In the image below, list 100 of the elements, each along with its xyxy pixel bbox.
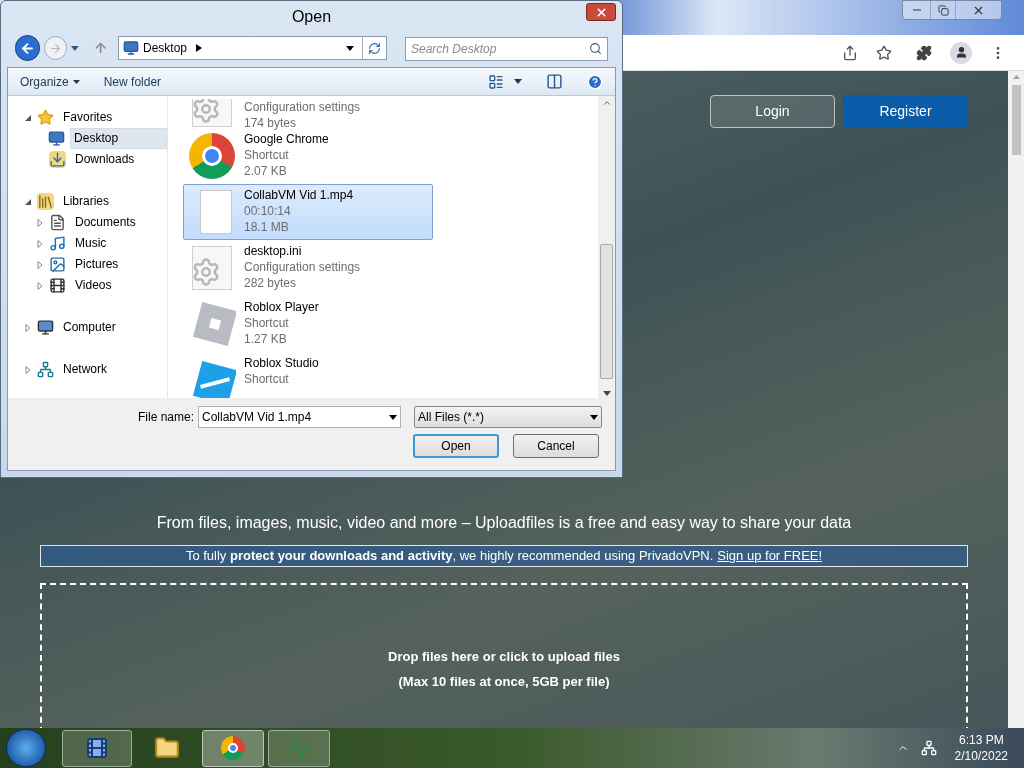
tree-item[interactable]: Desktop bbox=[70, 128, 167, 149]
browser-logo-icon bbox=[221, 736, 245, 760]
expand-arrow-icon[interactable] bbox=[36, 281, 44, 290]
search-field[interactable]: Search Desktop bbox=[405, 36, 608, 61]
dialog-title: Open bbox=[291, 7, 332, 27]
file-name: desktop.ini bbox=[244, 243, 303, 259]
tree-item[interactable]: Libraries bbox=[59, 191, 114, 212]
refresh-icon[interactable] bbox=[368, 41, 381, 55]
browser-logo-icon bbox=[189, 133, 235, 179]
share-icon[interactable] bbox=[842, 44, 858, 61]
nav-button[interactable]: Register bbox=[843, 95, 968, 128]
tree-item[interactable]: Music bbox=[71, 233, 111, 254]
close-button[interactable] bbox=[586, 3, 616, 21]
dropzone-hint: (Max 10 files at once, 5GB per file) bbox=[398, 673, 610, 691]
dialog-button[interactable]: Cancel bbox=[513, 434, 599, 458]
back-button[interactable] bbox=[15, 35, 40, 61]
scroll-down-arrow-icon[interactable] bbox=[602, 391, 611, 396]
monitor-icon bbox=[48, 130, 66, 147]
computer-icon bbox=[37, 319, 54, 336]
file-item[interactable]: Configuration settings 174 bytes bbox=[183, 96, 433, 128]
notice-text: To fully protect your downloads and activity, we highly recommended using PrivadoVPN. bbox=[185, 547, 714, 565]
file-detail: Shortcut bbox=[244, 315, 290, 331]
scroll-thumb[interactable] bbox=[1011, 85, 1021, 155]
command-button[interactable]: Organize bbox=[20, 72, 80, 91]
dropdown-arrow-icon[interactable] bbox=[590, 414, 598, 420]
music-note-icon bbox=[49, 235, 66, 252]
tree-item[interactable]: Favorites bbox=[59, 107, 117, 128]
tree-item[interactable]: Computer bbox=[59, 317, 120, 338]
file-name: CollabVM Vid 1.mp4 bbox=[244, 187, 354, 203]
network-icon bbox=[37, 361, 54, 378]
chevron-right-icon[interactable] bbox=[196, 44, 202, 52]
library-icon bbox=[37, 193, 54, 210]
file-name-field[interactable]: CollabVM Vid 1.mp4 bbox=[198, 406, 401, 428]
file-name-label: File name: bbox=[138, 409, 196, 426]
command-button[interactable]: New folder bbox=[103, 72, 162, 91]
address-bar[interactable]: Desktop bbox=[118, 36, 387, 60]
restore-button[interactable] bbox=[930, 1, 956, 19]
file-detail: 174 bytes bbox=[244, 115, 298, 131]
file-detail: 18.1 MB bbox=[244, 219, 290, 235]
tree-item[interactable]: Pictures bbox=[71, 254, 123, 275]
address-text[interactable]: Desktop bbox=[143, 39, 187, 57]
file-detail: Configuration settings bbox=[244, 99, 361, 115]
folder-icon bbox=[154, 735, 180, 761]
taskbar-app-button[interactable] bbox=[268, 729, 330, 767]
dropdown-arrow-icon[interactable] bbox=[346, 45, 354, 51]
expand-arrow-icon[interactable] bbox=[36, 239, 44, 248]
dropdown-arrow-icon[interactable] bbox=[514, 79, 522, 84]
tree-item[interactable]: Downloads bbox=[71, 149, 139, 170]
close-icon bbox=[594, 5, 608, 19]
dropzone-title: Drop files here or click to upload files bbox=[388, 647, 620, 666]
preview-pane-icon[interactable] bbox=[546, 73, 563, 90]
monitor-graph-icon bbox=[288, 737, 310, 759]
clock-date: 2/10/2022 bbox=[954, 748, 1008, 764]
tree-item[interactable]: Documents bbox=[71, 212, 140, 233]
expand-arrow-icon[interactable] bbox=[36, 218, 44, 227]
page-subtitle: From files, images, music, video and more – Uploadfiles is a free and easy way to share your data bbox=[155, 513, 853, 533]
file-detail: 2.07 KB bbox=[244, 163, 288, 179]
page-scrollbar[interactable] bbox=[1008, 71, 1024, 728]
file-detail: Shortcut bbox=[244, 147, 290, 163]
restore-icon bbox=[937, 4, 949, 16]
help-icon[interactable] bbox=[587, 73, 603, 90]
file-detail: Shortcut bbox=[244, 371, 290, 387]
file-detail: 00:10:14 bbox=[244, 203, 292, 219]
file-type-dropdown[interactable]: All Files (*.*) bbox=[414, 406, 602, 428]
expand-arrow-icon[interactable] bbox=[36, 260, 44, 269]
file-detail: 1.27 KB bbox=[244, 331, 288, 347]
sign-up-link[interactable]: Sign up for FREE! bbox=[717, 546, 823, 566]
file-item[interactable]: desktop.ini Configuration settings 282 bytes bbox=[183, 240, 433, 296]
taskbar-app-button[interactable] bbox=[62, 729, 132, 767]
taskbar-app-button[interactable] bbox=[202, 729, 264, 767]
file-item[interactable]: Roblox Player Shortcut 1.27 KB bbox=[183, 296, 433, 352]
dialog-button[interactable]: Open bbox=[413, 434, 499, 458]
collapse-arrow-icon[interactable] bbox=[24, 197, 32, 206]
picture-icon bbox=[49, 256, 66, 273]
profile-avatar[interactable] bbox=[950, 41, 972, 64]
collapse-arrow-icon[interactable] bbox=[24, 113, 32, 122]
file-item[interactable]: CollabVM Vid 1.mp4 00:10:14 18.1 MB bbox=[183, 184, 433, 240]
view-options-icon[interactable] bbox=[488, 73, 504, 90]
file-name: Roblox Studio bbox=[244, 355, 319, 371]
tree-item[interactable]: Network bbox=[59, 359, 111, 380]
blank-file-icon bbox=[199, 190, 232, 234]
dropdown-arrow-icon[interactable] bbox=[389, 414, 397, 420]
bookmark-star-icon[interactable] bbox=[876, 44, 892, 61]
start-button[interactable] bbox=[6, 729, 46, 767]
settings-file-icon bbox=[192, 246, 232, 290]
forward-arrow-icon bbox=[49, 41, 62, 55]
expand-arrow-icon[interactable] bbox=[24, 323, 32, 332]
network-tray-icon[interactable] bbox=[920, 740, 937, 756]
film-icon bbox=[49, 277, 66, 294]
clock-time: 6:13 PM bbox=[958, 732, 1004, 748]
expand-arrow-icon[interactable] bbox=[24, 365, 32, 374]
scrollbar[interactable] bbox=[598, 96, 615, 398]
search-icon bbox=[589, 41, 602, 55]
nav-button[interactable]: Login bbox=[710, 95, 835, 128]
film-icon bbox=[85, 736, 109, 760]
monitor-icon bbox=[123, 40, 139, 56]
caret-icon bbox=[72, 79, 80, 84]
star-icon bbox=[37, 109, 54, 126]
tree-item[interactable]: Videos bbox=[71, 275, 116, 296]
extensions-icon[interactable] bbox=[916, 44, 932, 61]
